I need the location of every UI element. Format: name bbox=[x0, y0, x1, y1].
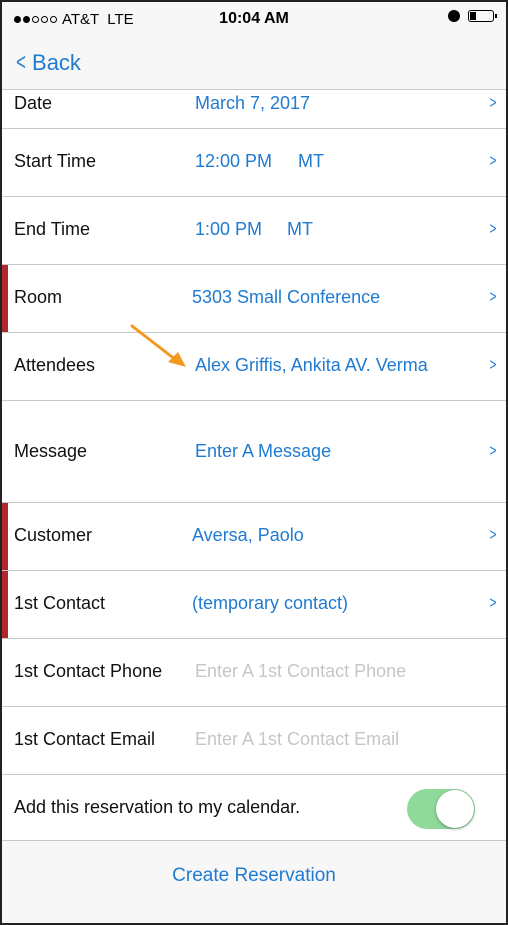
first-contact-phone-input[interactable]: Enter A 1st Contact Phone bbox=[195, 661, 406, 682]
attendees-value: Alex Griffis, Ankita AV. Verma bbox=[195, 355, 428, 375]
create-reservation-button[interactable]: Create Reservation bbox=[2, 865, 506, 887]
first-contact-phone-label: 1st Contact Phone bbox=[14, 661, 163, 681]
calendar-toggle[interactable] bbox=[407, 789, 475, 829]
reservation-form: Date March 7, 2017 > Start Time 12:00 PM… bbox=[2, 91, 506, 844]
customer-row[interactable]: Customer Aversa, Paolo > bbox=[2, 503, 506, 571]
room-label: Room bbox=[14, 287, 63, 307]
required-marker bbox=[2, 265, 8, 332]
first-contact-value: (temporary contact) bbox=[192, 593, 349, 613]
battery-icon bbox=[468, 10, 497, 22]
annotation-arrow-icon bbox=[130, 324, 186, 367]
first-contact-email-row: 1st Contact Email Enter A 1st Contact Em… bbox=[2, 707, 506, 775]
calendar-row: Add this reservation to my calendar. bbox=[2, 775, 506, 844]
start-time-zone: MT bbox=[298, 151, 324, 171]
status-bar: AT&T LTE 10:04 AM bbox=[2, 2, 506, 38]
date-label: Date bbox=[14, 93, 53, 113]
message-row[interactable]: Message Enter A Message > bbox=[2, 401, 506, 503]
message-label: Message bbox=[14, 441, 88, 461]
footer-bar: Create Reservation bbox=[2, 840, 506, 923]
start-time-value: 12:00 PM bbox=[195, 151, 273, 171]
alarm-icon bbox=[448, 10, 460, 22]
first-contact-email-input[interactable]: Enter A 1st Contact Email bbox=[195, 729, 399, 750]
attendees-label: Attendees bbox=[14, 355, 96, 375]
first-contact-email-label: 1st Contact Email bbox=[14, 729, 156, 749]
chevron-right-icon: > bbox=[489, 287, 497, 306]
attendees-row[interactable]: Attendees Alex Griffis, Ankita AV. Verma… bbox=[2, 333, 506, 401]
toggle-knob bbox=[436, 790, 474, 828]
room-row[interactable]: Room 5303 Small Conference > bbox=[2, 265, 506, 333]
chevron-right-icon: > bbox=[489, 93, 497, 112]
end-time-value: 1:00 PM bbox=[195, 219, 263, 239]
phone-screen: AT&T LTE 10:04 AM < Back Date March 7, 2… bbox=[0, 0, 508, 925]
clock: 10:04 AM bbox=[219, 10, 289, 27]
customer-value: Aversa, Paolo bbox=[192, 525, 304, 545]
chevron-right-icon: > bbox=[489, 151, 497, 170]
first-contact-row[interactable]: 1st Contact (temporary contact) > bbox=[2, 571, 506, 639]
back-button[interactable]: < Back bbox=[14, 49, 81, 77]
end-time-label: End Time bbox=[14, 219, 91, 239]
chevron-right-icon: > bbox=[489, 355, 497, 374]
date-row[interactable]: Date March 7, 2017 > bbox=[2, 91, 506, 129]
navigation-bar: < Back bbox=[2, 38, 506, 90]
message-value: Enter A Message bbox=[195, 441, 332, 461]
required-marker bbox=[2, 571, 8, 638]
calendar-label: Add this reservation to my calendar. bbox=[14, 797, 301, 817]
required-marker bbox=[2, 503, 8, 570]
back-label: Back bbox=[32, 50, 81, 75]
customer-label: Customer bbox=[14, 525, 93, 545]
chevron-left-icon: < bbox=[16, 49, 26, 76]
first-contact-phone-row: 1st Contact Phone Enter A 1st Contact Ph… bbox=[2, 639, 506, 707]
room-value: 5303 Small Conference bbox=[192, 287, 381, 307]
first-contact-label: 1st Contact bbox=[14, 593, 106, 613]
start-time-label: Start Time bbox=[14, 151, 97, 171]
chevron-right-icon: > bbox=[489, 525, 497, 544]
chevron-right-icon: > bbox=[489, 219, 497, 238]
chevron-right-icon: > bbox=[489, 593, 497, 612]
start-time-row[interactable]: Start Time 12:00 PM MT > bbox=[2, 129, 506, 197]
chevron-right-icon: > bbox=[489, 441, 497, 460]
end-time-zone: MT bbox=[287, 219, 313, 239]
end-time-row[interactable]: End Time 1:00 PM MT > bbox=[2, 197, 506, 265]
date-value: March 7, 2017 bbox=[195, 93, 311, 113]
status-icons bbox=[448, 10, 497, 22]
